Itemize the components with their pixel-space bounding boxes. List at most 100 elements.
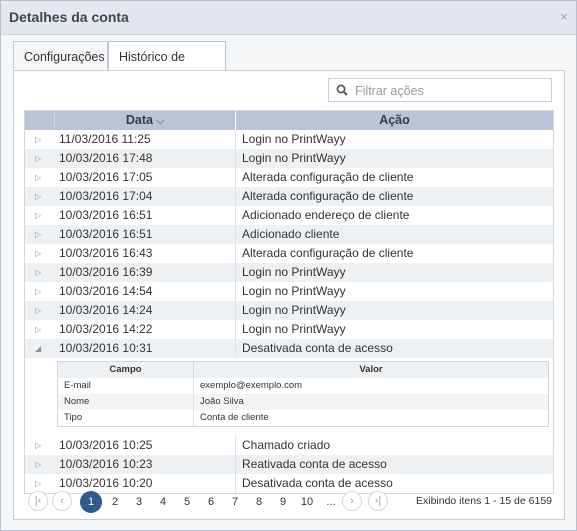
page-button[interactable]: 5 — [176, 491, 198, 513]
expand-toggle[interactable]: ▷ — [25, 455, 55, 474]
tab-historico-de-acoes[interactable]: Histórico de ações — [108, 41, 226, 94]
sort-desc-icon: ⌵ — [156, 116, 165, 127]
page-button[interactable]: 1 — [80, 491, 102, 513]
action-cell: Chamado criado — [242, 438, 331, 452]
date-cell: 10/03/2016 17:05 — [55, 168, 236, 187]
detail-header: Campo Valor — [58, 362, 548, 378]
date-cell: 10/03/2016 16:43 — [55, 244, 236, 263]
expand-arrow-icon: ▷ — [35, 306, 42, 315]
page-button[interactable]: 7 — [224, 491, 246, 513]
expand-arrow-icon: ▷ — [35, 135, 42, 144]
next-page-button[interactable]: › — [342, 491, 362, 511]
expand-toggle[interactable]: ▷ — [25, 149, 55, 168]
expand-toggle[interactable]: ▷ — [25, 301, 55, 320]
expand-arrow-icon: ▷ — [35, 230, 42, 239]
table-row[interactable]: ◢ 10/03/2016 10:31 Desativada conta de ace… — [25, 339, 553, 358]
page-button[interactable]: 4 — [152, 491, 174, 513]
date-column-header[interactable]: Data ⌵ — [55, 111, 236, 130]
action-column-header[interactable]: Ação — [236, 111, 553, 130]
table-row[interactable]: ▷ 10/03/2016 16:39 Login no PrintWayy — [25, 263, 553, 282]
page-button[interactable]: 6 — [200, 491, 222, 513]
detail-row: Tipo Conta de cliente — [58, 410, 548, 426]
detail-row: Nome João Silva — [58, 394, 548, 410]
title-bar: Detalhes da conta × — [1, 1, 576, 35]
expand-arrow-icon: ▷ — [35, 287, 42, 296]
prev-page-button[interactable]: ‹ — [52, 491, 72, 511]
expand-toggle[interactable]: ▷ — [25, 130, 55, 149]
detail-value: exemplo@exemplo.com — [200, 380, 303, 391]
action-cell: Alterada configuração de cliente — [242, 189, 414, 203]
page-button[interactable]: 2 — [104, 491, 126, 513]
expand-arrow-icon: ▷ — [35, 173, 42, 182]
dialog-body: Configurações Histórico de ações Data ⌵ — [11, 41, 567, 521]
tab-configuracoes[interactable]: Configurações — [13, 41, 108, 69]
expand-arrow-icon: ▷ — [35, 460, 42, 469]
page-button[interactable]: 3 — [128, 491, 150, 513]
table-row[interactable]: ▷ 11/03/2016 11:25 Login no PrintWayy — [25, 130, 553, 149]
search-box — [328, 78, 552, 102]
action-cell: Login no PrintWayy — [242, 322, 346, 336]
dialog-title: Detalhes da conta — [9, 9, 129, 25]
date-cell: 10/03/2016 16:51 — [55, 225, 236, 244]
expand-toggle[interactable]: ◢ — [25, 339, 55, 358]
expand-toggle[interactable]: ▷ — [25, 282, 55, 301]
expand-toggle[interactable]: ▷ — [25, 168, 55, 187]
detail-table: Campo Valor E-mail exemplo@exemplo.com Nome J… — [57, 361, 549, 427]
page-button[interactable]: 9 — [272, 491, 294, 513]
detail-value: Conta de cliente — [200, 412, 269, 423]
expand-arrow-icon: ▷ — [35, 154, 42, 163]
expand-arrow-icon: ▷ — [35, 268, 42, 277]
search-input[interactable] — [353, 81, 547, 101]
date-cell: 10/03/2016 10:23 — [55, 455, 236, 474]
table-row[interactable]: ▷ 10/03/2016 14:54 Login no PrintWayy — [25, 282, 553, 301]
close-icon[interactable]: × — [560, 9, 568, 24]
action-cell: Login no PrintWayy — [242, 284, 346, 298]
expand-column-header — [25, 111, 55, 130]
table-row[interactable]: ▷ 10/03/2016 17:05 Alterada configuração d… — [25, 168, 553, 187]
action-cell: Alterada configuração de cliente — [242, 246, 414, 260]
action-cell: Login no PrintWayy — [242, 151, 346, 165]
expand-toggle[interactable]: ▷ — [25, 263, 55, 282]
expand-toggle[interactable]: ▷ — [25, 244, 55, 263]
page-button[interactable]: ... — [320, 491, 342, 513]
search-icon — [336, 84, 348, 96]
date-cell: 11/03/2016 11:25 — [55, 130, 236, 149]
expand-toggle[interactable]: ▷ — [25, 225, 55, 244]
pager-info: Exibindo itens 1 - 15 de 6159 — [415, 495, 552, 507]
detail-field: E-mail — [58, 378, 194, 394]
action-cell: Login no PrintWayy — [242, 303, 346, 317]
value-column-header: Valor — [359, 364, 383, 375]
table-row[interactable]: ▷ 10/03/2016 17:48 Login no PrintWayy — [25, 149, 553, 168]
table-row[interactable]: ▷ 10/03/2016 16:51 Adicionado cliente — [25, 225, 553, 244]
expand-arrow-icon: ▷ — [35, 441, 42, 450]
page-button[interactable]: 10 — [296, 491, 318, 513]
date-cell: 10/03/2016 14:22 — [55, 320, 236, 339]
table-row[interactable]: ▷ 10/03/2016 10:23 Reativada conta de aces… — [25, 455, 553, 474]
expand-toggle[interactable]: ▷ — [25, 320, 55, 339]
table-row[interactable]: ▷ 10/03/2016 14:22 Login no PrintWayy — [25, 320, 553, 339]
field-column-header: Campo — [58, 362, 194, 378]
date-header-label: Data — [125, 113, 153, 127]
table-row[interactable]: ▷ 10/03/2016 16:43 Alterada configuração d… — [25, 244, 553, 263]
history-table: Data ⌵ Ação ▷ 11/03/2016 11:25 Login no Pr… — [24, 110, 554, 494]
expand-toggle[interactable]: ▷ — [25, 206, 55, 225]
action-cell: Adicionado endereço de cliente — [242, 208, 410, 222]
table-row[interactable]: ▷ 10/03/2016 14:24 Login no PrintWayy — [25, 301, 553, 320]
detail-field: Nome — [58, 394, 194, 410]
page-button[interactable]: 8 — [248, 491, 270, 513]
expand-arrow-icon: ▷ — [35, 211, 42, 220]
table-header: Data ⌵ Ação — [25, 111, 553, 130]
expand-toggle[interactable]: ▷ — [25, 187, 55, 206]
date-cell: 10/03/2016 16:51 — [55, 206, 236, 225]
last-page-button[interactable]: ›| — [368, 491, 388, 511]
table-row[interactable]: ▷ 10/03/2016 16:51 Adicionado endereço de … — [25, 206, 553, 225]
row-detail: Campo Valor E-mail exemplo@exemplo.com Nome J… — [25, 358, 553, 436]
table-row[interactable]: ▷ 10/03/2016 17:04 Alterada configuração d… — [25, 187, 553, 206]
account-details-dialog: Detalhes da conta × Configurações Histór… — [0, 0, 577, 531]
expand-toggle[interactable]: ▷ — [25, 436, 55, 455]
date-cell: 10/03/2016 14:54 — [55, 282, 236, 301]
action-cell: Login no PrintWayy — [242, 265, 346, 279]
detail-value: João Silva — [200, 396, 244, 407]
first-page-button[interactable]: |‹ — [28, 491, 48, 511]
table-row[interactable]: ▷ 10/03/2016 10:25 Chamado criado — [25, 436, 553, 455]
